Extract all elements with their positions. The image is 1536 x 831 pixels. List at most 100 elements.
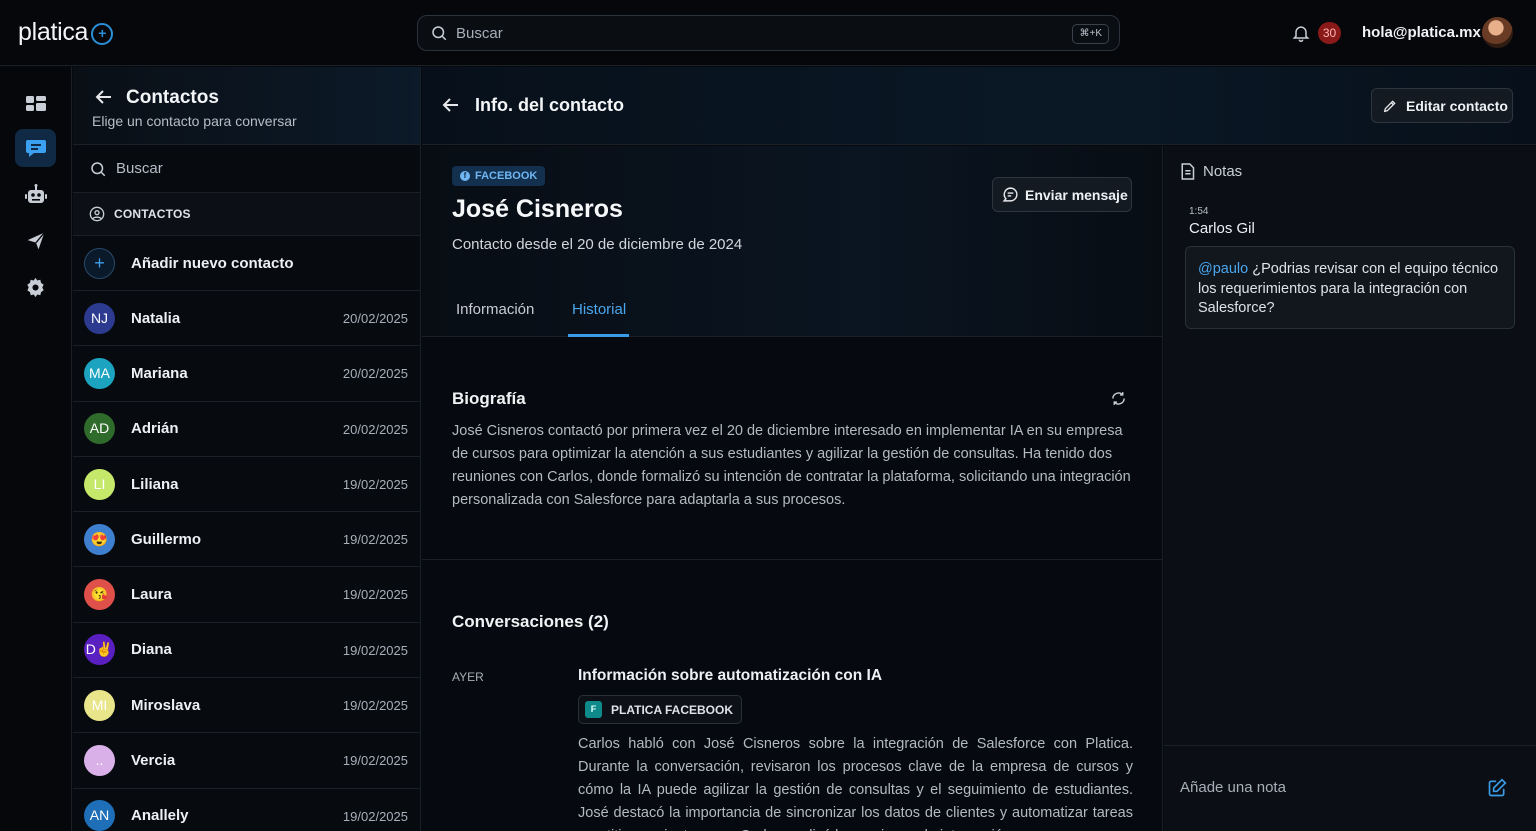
edit-note-icon — [1488, 778, 1507, 797]
search-icon — [432, 26, 447, 41]
biography-text: José Cisneros contactó por primera vez e… — [452, 423, 1131, 508]
biography-section: Biografía José Cisneros contactó por pri… — [422, 338, 1162, 560]
logo-icon: + — [91, 23, 114, 45]
page-title: Info. del contacto — [475, 95, 625, 115]
avatar: .. — [84, 745, 115, 777]
contact-info-view: Info. del contacto Editar contacto f FAC… — [422, 67, 1536, 831]
notes-title: Notas — [1203, 163, 1243, 180]
contact-row[interactable]: 😍 Guillermo 19/02/2025 — [73, 512, 420, 568]
contacts-search-input[interactable] — [116, 160, 396, 177]
back-button[interactable] — [442, 97, 460, 116]
contact-name: Miroslava — [131, 696, 201, 714]
note-input[interactable] — [1180, 779, 1480, 796]
contact-name: Guillermo — [131, 530, 202, 548]
plus-icon: + — [84, 247, 115, 279]
message-icon — [1002, 187, 1018, 202]
contacts-section-header: CONTACTOS — [73, 193, 420, 236]
contact-date: 19/02/2025 — [342, 808, 408, 824]
refresh-button[interactable] — [1110, 390, 1127, 410]
pencil-icon — [1383, 99, 1396, 112]
robot-icon — [24, 184, 47, 203]
contact-name: Mariana — [131, 364, 188, 382]
search-icon — [91, 161, 106, 176]
contact-name: Anallely — [131, 807, 189, 825]
campaigns-nav[interactable] — [15, 222, 56, 260]
contact-date: 19/02/2025 — [342, 698, 408, 714]
gear-icon — [27, 277, 44, 297]
contact-since: Contacto desde el 20 de diciembre de 202… — [452, 236, 743, 253]
avatar: AN — [84, 800, 115, 831]
send-icon — [27, 232, 45, 250]
contact-date: 20/02/2025 — [342, 366, 408, 382]
contact-row[interactable]: 😘 Laura 19/02/2025 — [73, 567, 420, 623]
contact-name: Natalia — [131, 309, 181, 327]
back-button[interactable] — [95, 89, 113, 108]
contact-name: Liliana — [131, 475, 179, 493]
contacts-panel: Contactos Elige un contacto para convers… — [73, 67, 421, 831]
dashboard-icon — [25, 96, 46, 111]
conversations-title: Conversaciones (2) — [452, 612, 609, 631]
contact-row[interactable]: LI Liliana 19/02/2025 — [73, 457, 420, 513]
settings-nav[interactable] — [15, 268, 56, 306]
bots-nav[interactable] — [15, 176, 56, 214]
contact-date: 19/02/2025 — [342, 753, 408, 769]
contact-row[interactable]: AN Anallely 19/02/2025 — [73, 789, 420, 831]
chats-nav[interactable] — [15, 129, 56, 167]
tab-historial[interactable]: Historial — [572, 301, 626, 318]
notes-header: Notas — [1180, 163, 1242, 180]
conversation-summary: Carlos habló con José Cisneros sobre la … — [578, 736, 1133, 831]
contact-info-header: Info. del contacto Editar contacto — [422, 67, 1536, 145]
tab-informacion[interactable]: Información — [456, 301, 534, 318]
contact-name: Adrián — [131, 420, 179, 438]
edit-contact-button[interactable]: Editar contacto — [1371, 88, 1513, 123]
contact-row[interactable]: MI Miroslava 19/02/2025 — [73, 678, 420, 734]
dashboard-nav[interactable] — [15, 84, 56, 122]
conversation-title[interactable]: Información sobre automatización con IA — [578, 667, 882, 685]
avatar: LI — [84, 468, 115, 500]
contact-row[interactable]: MA Mariana 20/02/2025 — [73, 346, 420, 402]
contact-detail: f FACEBOOK José Cisneros Contacto desde … — [422, 146, 1163, 831]
note-icon — [1181, 163, 1195, 180]
profile-card: f FACEBOOK José Cisneros Contacto desde … — [422, 146, 1162, 337]
arrow-left-icon — [95, 90, 111, 104]
nav-rail — [0, 67, 72, 831]
contact-date: 19/02/2025 — [342, 532, 408, 548]
user-email[interactable]: hola@platica.mx — [1362, 24, 1481, 41]
note-mention[interactable]: @paulo — [1198, 261, 1248, 277]
channel-icon: F — [585, 701, 602, 718]
arrow-left-icon — [442, 98, 458, 112]
contact-row[interactable]: AD Adrián 20/02/2025 — [73, 402, 420, 457]
shortcut-hint: ⌘+K — [1072, 24, 1109, 44]
global-search[interactable]: ⌘+K — [417, 15, 1120, 51]
section-label: CONTACTOS — [114, 207, 191, 221]
add-contact-button[interactable]: + Añadir nuevo contacto — [73, 236, 420, 291]
send-message-button[interactable]: Enviar mensaje — [992, 177, 1132, 212]
logo[interactable]: platica + — [18, 18, 114, 47]
conversations-section: Conversaciones (2) AYER Información sobr… — [422, 561, 1162, 831]
avatar: D✌ — [84, 634, 115, 666]
global-search-input[interactable] — [456, 24, 1056, 42]
contact-date: 19/02/2025 — [342, 642, 408, 658]
contact-name: José Cisneros — [452, 195, 623, 223]
facebook-icon: f — [460, 171, 470, 181]
notes-panel: Notas 1:54 Carlos Gil @paulo ¿Podrias re… — [1164, 146, 1536, 831]
refresh-icon — [1112, 392, 1125, 405]
contacts-header: Contactos Elige un contacto para convers… — [73, 67, 420, 145]
add-note-button[interactable] — [1487, 778, 1507, 801]
conversation-date: AYER — [452, 670, 484, 684]
conversation-channel-label: PLATICA FACEBOOK — [611, 702, 733, 717]
contact-row[interactable]: .. Vercia 19/02/2025 — [73, 733, 420, 789]
contact-row[interactable]: NJ Natalia 20/02/2025 — [73, 291, 420, 347]
contacts-search[interactable] — [73, 145, 420, 193]
avatar: AD — [84, 413, 115, 445]
contact-row[interactable]: D✌ Diana 19/02/2025 — [73, 623, 420, 679]
contact-name: Laura — [131, 586, 172, 604]
avatar: MI — [84, 689, 115, 721]
contact-date: 20/02/2025 — [342, 421, 408, 437]
contact-date: 19/02/2025 — [342, 587, 408, 603]
avatar: MA — [84, 357, 115, 389]
top-bar: platica + ⌘+K 30 hola@platica.mx — [0, 0, 1536, 66]
user-avatar[interactable] — [1482, 17, 1513, 48]
add-contact-label: Añadir nuevo contacto — [131, 254, 294, 272]
notifications-button[interactable] — [1291, 22, 1311, 47]
